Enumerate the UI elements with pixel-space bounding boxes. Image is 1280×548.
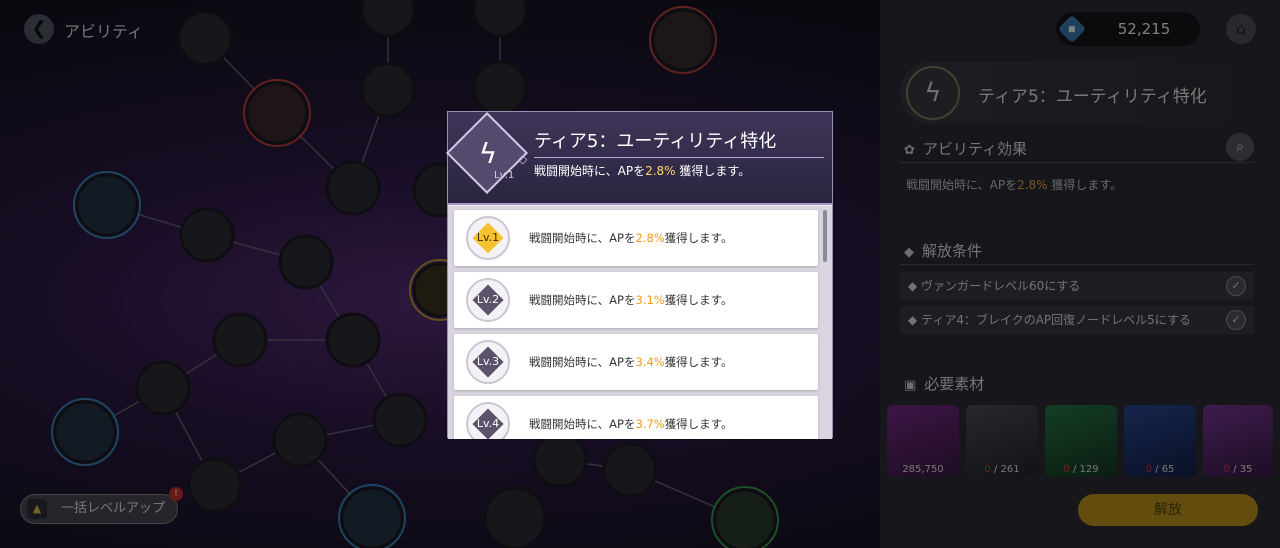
level-desc-pre: 戦闘開始時に、APを bbox=[529, 355, 636, 369]
level-badge: Lv.2 bbox=[466, 278, 510, 322]
level-list[interactable]: Lv.1 戦闘開始時に、APを2.8%獲得します。 Lv.2 戦闘開始時に、AP… bbox=[448, 206, 832, 439]
lightning-icon: ϟ bbox=[478, 137, 498, 170]
level-label: Lv.2 bbox=[476, 293, 500, 306]
level-desc-post: 獲得します。 bbox=[664, 231, 733, 245]
modal-description: 戦闘開始時に、APを2.8% 獲得します。 bbox=[534, 162, 750, 179]
level-badge: Lv.3 bbox=[466, 340, 510, 384]
modal-desc-value: 2.8% bbox=[645, 164, 676, 178]
level-description: 戦闘開始時に、APを3.1%獲得します。 bbox=[529, 292, 733, 308]
level-label: Lv.4 bbox=[476, 417, 500, 430]
link-icon: ◇ bbox=[518, 152, 528, 166]
level-value: 2.8% bbox=[635, 231, 665, 245]
level-row: Lv.2 戦闘開始時に、APを3.1%獲得します。 bbox=[454, 272, 818, 328]
level-desc-post: 獲得します。 bbox=[664, 355, 733, 369]
level-value: 3.1% bbox=[635, 293, 665, 307]
modal-header: ϟ Lv.1 ◇ ティア5：ユーティリティ特化 戦闘開始時に、APを2.8% 獲… bbox=[445, 111, 832, 205]
level-desc-pre: 戦闘開始時に、APを bbox=[529, 231, 636, 245]
level-desc-post: 獲得します。 bbox=[664, 417, 733, 431]
level-badge: Lv.1 bbox=[466, 216, 510, 260]
level-row: Lv.1 戦闘開始時に、APを2.8%獲得します。 bbox=[454, 210, 818, 266]
level-description: 戦闘開始時に、APを3.7%獲得します。 bbox=[529, 416, 733, 432]
level-value: 3.4% bbox=[635, 355, 665, 369]
level-label: Lv.1 bbox=[476, 231, 500, 244]
modal-title: ティア5：ユーティリティ特化 bbox=[534, 131, 777, 152]
modal-desc-pre: 戦闘開始時に、APを bbox=[534, 164, 646, 178]
modal-level: Lv.1 bbox=[494, 170, 515, 181]
scrollbar[interactable] bbox=[823, 210, 827, 262]
level-value: 3.7% bbox=[635, 417, 665, 431]
level-description: 戦闘開始時に、APを3.4%獲得します。 bbox=[529, 354, 733, 370]
level-description: 戦闘開始時に、APを2.8%獲得します。 bbox=[529, 230, 733, 246]
ability-level-modal: ϟ Lv.1 ◇ ティア5：ユーティリティ特化 戦闘開始時に、APを2.8% 獲… bbox=[445, 111, 833, 439]
level-desc-post: 獲得します。 bbox=[664, 293, 733, 307]
level-label: Lv.3 bbox=[476, 355, 500, 368]
level-row: Lv.4 戦闘開始時に、APを3.7%獲得します。 bbox=[454, 396, 818, 439]
level-desc-pre: 戦闘開始時に、APを bbox=[529, 417, 636, 431]
modal-desc-post: 獲得します。 bbox=[675, 164, 751, 178]
level-badge: Lv.4 bbox=[466, 402, 510, 439]
level-desc-pre: 戦闘開始時に、APを bbox=[529, 293, 636, 307]
divider bbox=[534, 157, 824, 158]
level-row: Lv.3 戦闘開始時に、APを3.4%獲得します。 bbox=[454, 334, 818, 390]
